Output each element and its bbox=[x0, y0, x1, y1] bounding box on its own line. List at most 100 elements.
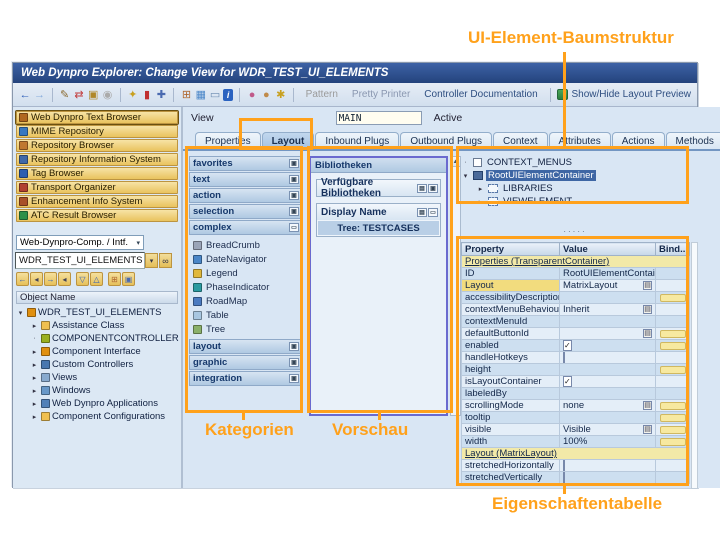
lock-icon[interactable]: ✦ bbox=[127, 87, 139, 102]
tree-collapsed-icon[interactable]: ▸ bbox=[30, 413, 39, 421]
property-bind-cell[interactable] bbox=[656, 328, 690, 340]
tree-collapsed-icon[interactable]: ▸ bbox=[30, 400, 39, 408]
ui-tree-item-rootuielementcontainer[interactable]: ▾RootUIElementContainer bbox=[461, 169, 689, 182]
tree-collapsed-icon[interactable]: ▸ bbox=[30, 348, 39, 356]
property-name-cell[interactable]: contextMenuBehaviour bbox=[462, 304, 560, 316]
expand-icon[interactable]: ▣ bbox=[289, 207, 299, 216]
preview-tree-row[interactable]: Tree: TESTCASES bbox=[318, 221, 439, 235]
move-icon[interactable]: ✚ bbox=[155, 87, 167, 102]
tree-collapsed-icon[interactable]: ▸ bbox=[30, 322, 39, 330]
controller-documentation-button[interactable]: Controller Documentation bbox=[424, 89, 537, 100]
where-used-icon[interactable]: ● bbox=[246, 87, 258, 102]
property-bind-cell[interactable] bbox=[656, 268, 690, 280]
palette-item-phaseindicator[interactable]: PhaseIndicator bbox=[193, 280, 303, 294]
view-name-input[interactable] bbox=[336, 111, 422, 125]
property-bind-cell[interactable] bbox=[656, 304, 690, 316]
object-tree-item[interactable]: ·COMPONENTCONTROLLER bbox=[16, 332, 178, 345]
tab-attributes[interactable]: Attributes bbox=[549, 132, 611, 149]
property-value-cell[interactable] bbox=[560, 316, 656, 328]
checkbox-checked[interactable]: ✓ bbox=[563, 376, 572, 387]
category-header-complex[interactable]: complex▭ bbox=[189, 220, 303, 235]
object-tree-item[interactable]: ▾WDR_TEST_UI_ELEMENTS bbox=[16, 306, 178, 319]
preview-section-header[interactable]: Display Name▤▭ bbox=[317, 204, 440, 220]
object-tree-item[interactable]: ▸Windows bbox=[16, 384, 178, 397]
ui-tree-item-viewelement[interactable]: ▸VIEWELEMENT bbox=[461, 195, 689, 208]
bind-button[interactable] bbox=[660, 330, 686, 338]
tab-actions[interactable]: Actions bbox=[612, 132, 665, 149]
property-name-cell[interactable]: ID bbox=[462, 268, 560, 280]
palette-item-tree[interactable]: Tree bbox=[193, 322, 303, 336]
object-tree-item[interactable]: ▸Component Interface bbox=[16, 345, 178, 358]
property-bind-cell[interactable] bbox=[656, 316, 690, 328]
property-value-cell[interactable]: Visible▤ bbox=[560, 424, 656, 436]
property-bind-cell[interactable] bbox=[656, 400, 690, 412]
checkbox-checked[interactable]: ✓ bbox=[563, 340, 572, 351]
property-value-cell[interactable] bbox=[560, 412, 656, 424]
pretty-printer-button[interactable]: Pretty Printer bbox=[352, 89, 410, 100]
collapse-subtree-icon[interactable]: ▽ bbox=[76, 272, 89, 286]
category-header-action[interactable]: action▣ bbox=[189, 188, 303, 203]
tree-collapsed-icon[interactable]: ▸ bbox=[30, 374, 39, 382]
palette-item-roadmap[interactable]: RoadMap bbox=[193, 294, 303, 308]
property-value-cell[interactable]: ✓ bbox=[560, 376, 656, 388]
property-bind-cell[interactable] bbox=[656, 388, 690, 400]
property-name-cell[interactable]: stretchedHorizontally bbox=[462, 460, 560, 472]
bind-button[interactable] bbox=[660, 294, 686, 302]
sidebar-button-transport-organizer[interactable]: Transport Organizer bbox=[16, 181, 178, 194]
tree-settings-icon[interactable]: ▣ bbox=[122, 272, 135, 286]
bind-button[interactable] bbox=[660, 342, 686, 350]
category-header-text[interactable]: text▣ bbox=[189, 172, 303, 187]
show-hide-layout-preview-button[interactable]: Show/Hide Layout Preview bbox=[557, 89, 692, 100]
sidebar-button-atc-result-browser[interactable]: ATC Result Browser bbox=[16, 209, 178, 222]
property-section-header[interactable]: Properties (TransparentContainer) bbox=[462, 256, 690, 268]
tree-collapsed-icon[interactable]: ▸ bbox=[476, 198, 485, 206]
bind-column-header[interactable]: Bind... bbox=[656, 243, 690, 256]
tab-inbound-plugs[interactable]: Inbound Plugs bbox=[315, 132, 399, 149]
cut-icon[interactable]: ▮ bbox=[141, 87, 153, 102]
splitter-handle[interactable]: ····· bbox=[461, 227, 689, 236]
property-name-cell[interactable]: tooltip bbox=[462, 412, 560, 424]
property-value-cell[interactable] bbox=[560, 460, 656, 472]
tree-collapsed-icon[interactable]: ▸ bbox=[30, 387, 39, 395]
hierarchy-icon[interactable]: ⊞ bbox=[180, 87, 192, 102]
property-bind-cell[interactable] bbox=[656, 292, 690, 304]
property-name-cell[interactable]: stretchedVertically bbox=[462, 472, 560, 484]
property-name-cell[interactable]: visible bbox=[462, 424, 560, 436]
palette-item-legend[interactable]: Legend bbox=[193, 266, 303, 280]
property-value-cell[interactable] bbox=[560, 352, 656, 364]
property-name-cell[interactable]: contextMenuId bbox=[462, 316, 560, 328]
property-name-cell[interactable]: Layout bbox=[462, 280, 560, 292]
category-header-selection[interactable]: selection▣ bbox=[189, 204, 303, 219]
tree-collapsed-icon[interactable]: ▸ bbox=[30, 361, 39, 369]
sidebar-button-web-dynpro-text-browser[interactable]: Web Dynpro Text Browser bbox=[16, 111, 178, 124]
palette-item-datenavigator[interactable]: DateNavigator bbox=[193, 252, 303, 266]
property-section-header[interactable]: Layout (MatrixLayout) bbox=[462, 448, 690, 460]
palette-item-breadcrumb[interactable]: BreadCrumb bbox=[193, 238, 303, 252]
property-bind-cell[interactable] bbox=[656, 340, 690, 352]
tab-layout[interactable]: Layout bbox=[262, 132, 315, 149]
checkbox-unchecked[interactable] bbox=[563, 472, 565, 483]
copy-icon[interactable]: ▣ bbox=[87, 87, 99, 102]
property-bind-cell[interactable] bbox=[656, 376, 690, 388]
minimize-icon[interactable]: ▭ bbox=[428, 208, 438, 217]
activate-icon[interactable]: ● bbox=[260, 87, 272, 102]
bind-button[interactable] bbox=[660, 414, 686, 422]
bind-button[interactable] bbox=[660, 438, 686, 446]
display-change-icon[interactable]: ⇄ bbox=[73, 87, 85, 102]
property-name-cell[interactable]: width bbox=[462, 436, 560, 448]
property-value-cell[interactable]: none▤ bbox=[560, 400, 656, 412]
preview-section-header[interactable]: Verfügbare Bibliotheken▤▣ bbox=[317, 180, 440, 196]
category-header-graphic[interactable]: graphic▣ bbox=[189, 355, 303, 370]
pattern-button[interactable]: Pattern bbox=[306, 89, 338, 100]
tab-methods[interactable]: Methods bbox=[666, 132, 720, 149]
object-tree-item[interactable]: ▸Custom Controllers bbox=[16, 358, 178, 371]
collapse-icon[interactable]: ▭ bbox=[289, 223, 299, 232]
property-bind-cell[interactable] bbox=[656, 472, 690, 484]
property-value-cell[interactable]: RootUIElementContainer bbox=[560, 268, 656, 280]
dropdown-list-icon[interactable]: ▤ bbox=[643, 329, 652, 338]
property-name-cell[interactable]: handleHotkeys bbox=[462, 352, 560, 364]
object-tree-item[interactable]: ▸Views bbox=[16, 371, 178, 384]
scroll-up-icon[interactable]: ▲ bbox=[451, 157, 460, 167]
expand-icon[interactable]: ▣ bbox=[289, 358, 299, 367]
search-icon[interactable]: ∞ bbox=[159, 253, 172, 268]
